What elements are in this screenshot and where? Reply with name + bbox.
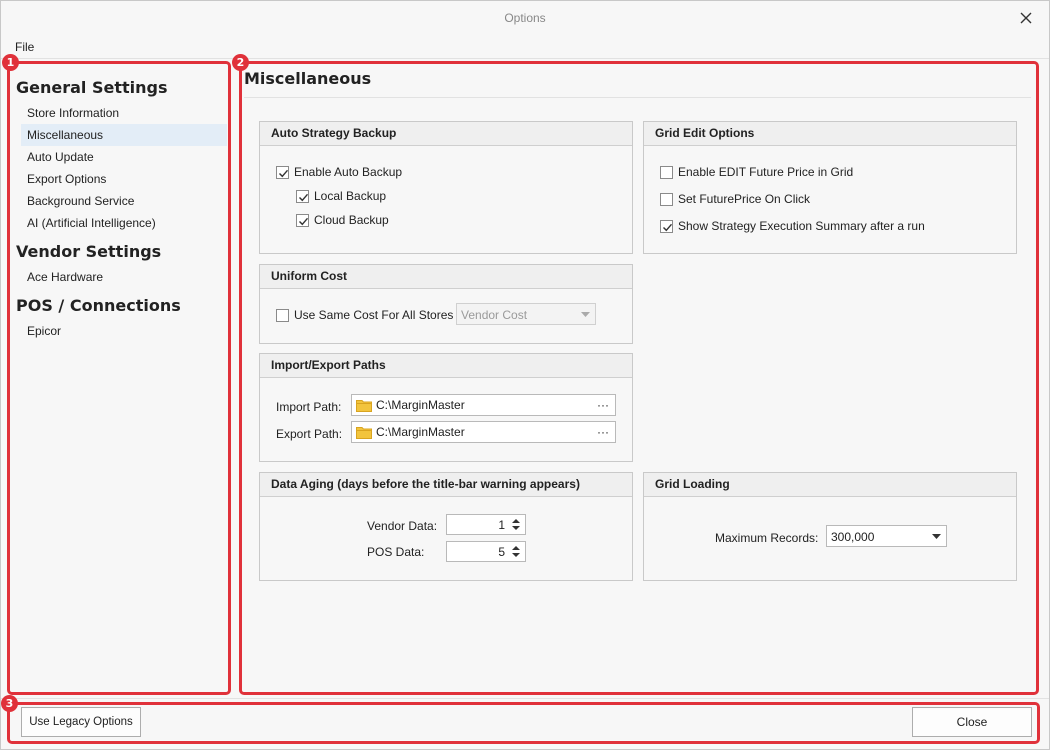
annotation-box-footer: [7, 702, 1040, 744]
close-window-icon[interactable]: [1017, 9, 1035, 27]
options-window: Options File General Settings Store Info…: [0, 0, 1050, 750]
annotation-box-main: [239, 61, 1039, 695]
annotation-badge-1: 1: [2, 54, 19, 71]
footer-separator: [1, 698, 1049, 699]
menu-separator: [1, 58, 1049, 59]
annotation-box-sidebar: [7, 61, 231, 695]
menu-file[interactable]: File: [15, 40, 34, 54]
annotation-badge-2: 2: [232, 54, 249, 71]
annotation-badge-3: 3: [1, 695, 18, 712]
window-title: Options: [504, 11, 546, 25]
